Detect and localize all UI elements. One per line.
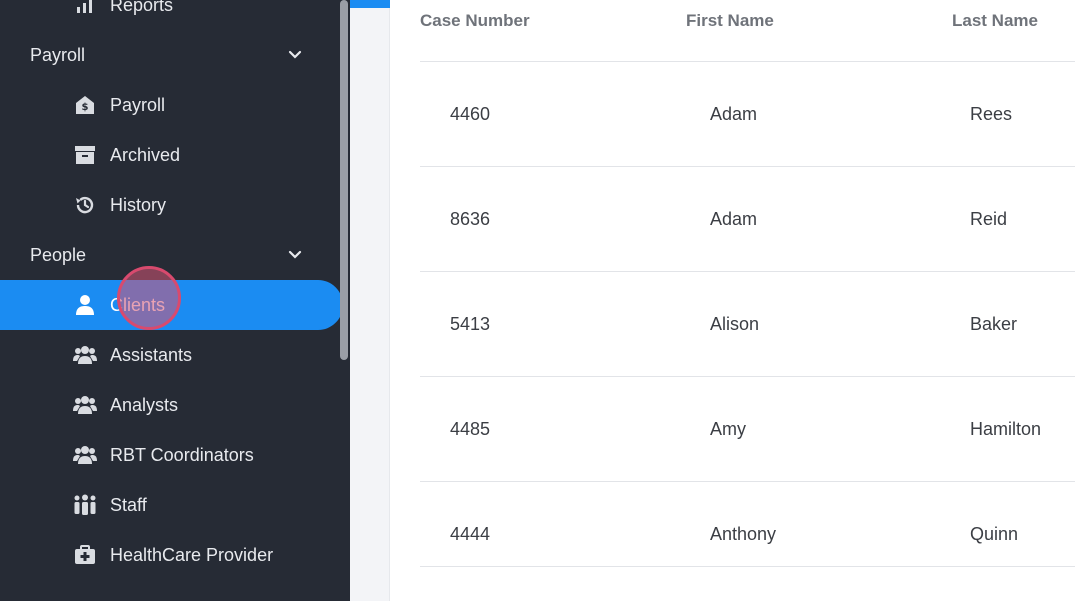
bar-chart-icon xyxy=(73,0,97,17)
sidebar-item-label: Analysts xyxy=(110,394,179,415)
cell-first-name: Adam xyxy=(710,104,758,124)
sidebar-item-label: Archived xyxy=(110,144,181,165)
content-gutter xyxy=(350,0,390,601)
sidebar-item-clients[interactable]: Clients xyxy=(0,280,343,330)
sidebar-scrollbar[interactable] xyxy=(340,0,348,360)
chevron-down-icon xyxy=(288,50,302,59)
sidebar-item-label: HealthCare Provider xyxy=(110,544,274,565)
medkit-icon xyxy=(73,543,97,567)
section-payroll[interactable]: Payroll xyxy=(0,30,343,80)
sidebar-item-label: Clients xyxy=(110,294,166,315)
sidebar-item-healthcare-provider[interactable]: HealthCare Provider xyxy=(0,530,343,580)
cell-first-name: Adam xyxy=(710,209,758,229)
sidebar-item-reports[interactable]: Reports xyxy=(0,0,343,30)
cell-case-number: 4444 xyxy=(450,524,491,544)
column-header-first-name[interactable]: First Name xyxy=(686,11,774,31)
column-header-last-name[interactable]: Last Name xyxy=(952,11,1038,31)
sidebar-item-label: History xyxy=(110,194,167,215)
chevron-down-icon xyxy=(288,250,302,259)
sidebar-item-label: Staff xyxy=(110,494,147,515)
cell-case-number: 4485 xyxy=(450,419,491,439)
sidebar-item-history[interactable]: History xyxy=(0,180,343,230)
sidebar: Reports Payroll $ Payroll Archived Histo… xyxy=(0,0,350,601)
sidebar-item-label: Payroll xyxy=(110,94,166,115)
sidebar-item-archived[interactable]: Archived xyxy=(0,130,343,180)
users-icon xyxy=(73,443,97,467)
users-icon xyxy=(73,343,97,367)
cell-case-number: 5413 xyxy=(450,314,491,334)
top-accent-bar xyxy=(350,0,390,8)
history-clock-icon xyxy=(73,193,97,217)
section-people[interactable]: People xyxy=(0,230,343,280)
cell-case-number: 8636 xyxy=(450,209,491,229)
row-divider xyxy=(420,566,1075,567)
cell-last-name: Rees xyxy=(970,104,1013,124)
sidebar-item-label: Reports xyxy=(110,0,174,15)
cell-first-name: Alison xyxy=(710,314,760,334)
user-icon xyxy=(73,293,97,317)
cell-last-name: Hamilton xyxy=(970,419,1042,439)
cell-first-name: Anthony xyxy=(710,524,777,544)
section-label: Payroll xyxy=(30,44,86,65)
cell-last-name: Quinn xyxy=(970,524,1019,544)
header-divider xyxy=(420,61,1075,62)
row-divider xyxy=(420,481,1075,482)
users-icon xyxy=(73,393,97,417)
people-group-icon xyxy=(73,493,97,517)
cell-last-name: Reid xyxy=(970,209,1008,229)
sidebar-item-staff[interactable]: Staff xyxy=(0,480,343,530)
row-divider xyxy=(420,166,1075,167)
section-label: People xyxy=(30,244,87,265)
sidebar-item-label: Assistants xyxy=(110,344,193,365)
sidebar-item-payroll[interactable]: $ Payroll xyxy=(0,80,343,130)
row-divider xyxy=(420,376,1075,377)
svg-text:$: $ xyxy=(82,102,89,113)
sidebar-item-rbt-coordinators[interactable]: RBT Coordinators xyxy=(0,430,343,480)
column-header-case-number[interactable]: Case Number xyxy=(420,11,530,31)
archive-box-icon xyxy=(73,143,97,167)
sidebar-item-label: RBT Coordinators xyxy=(110,444,254,465)
sidebar-item-assistants[interactable]: Assistants xyxy=(0,330,343,380)
cell-first-name: Amy xyxy=(710,419,746,439)
cell-case-number: 4460 xyxy=(450,104,491,124)
sidebar-item-analysts[interactable]: Analysts xyxy=(0,380,343,430)
payroll-money-icon: $ xyxy=(73,93,97,117)
clients-table: Case Number First Name Last Name 4460 Ad… xyxy=(390,0,1075,601)
row-divider xyxy=(420,271,1075,272)
cell-last-name: Baker xyxy=(970,314,1018,334)
